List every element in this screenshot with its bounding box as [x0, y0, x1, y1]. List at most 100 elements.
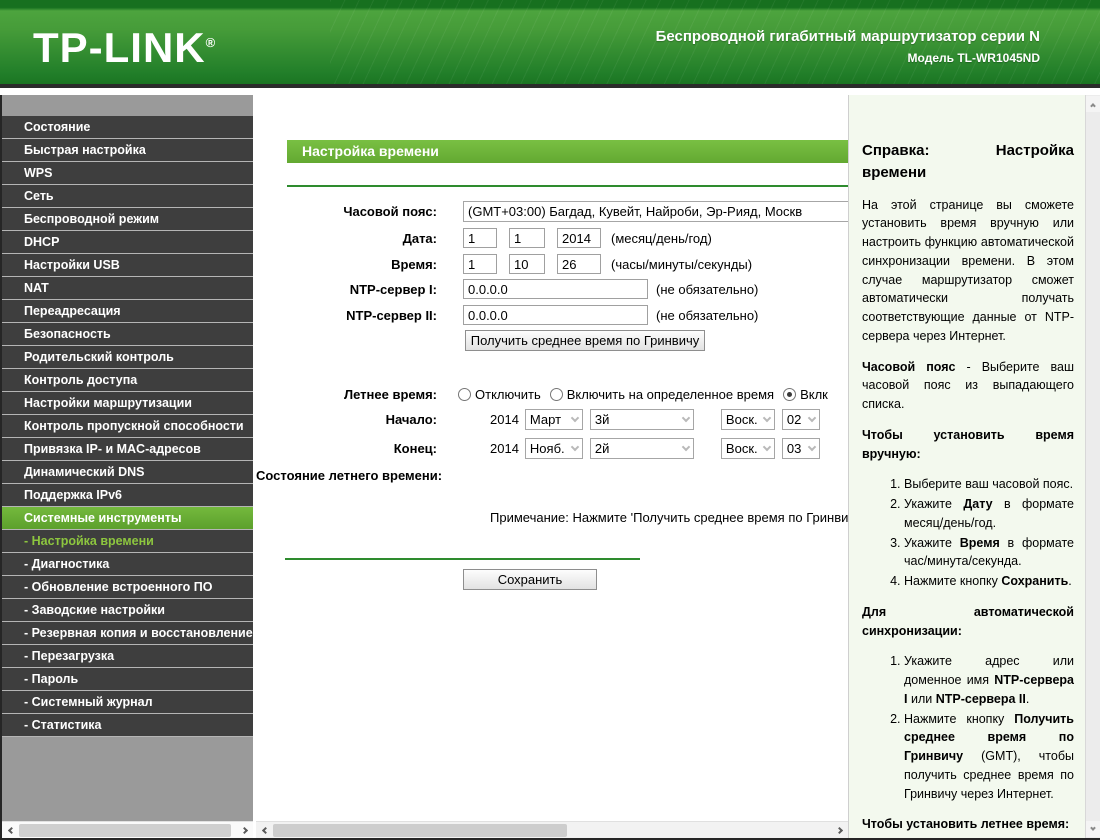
help-heading: Чтобы установить летнее время:: [862, 817, 1070, 832]
save-button[interactable]: Сохранить: [463, 569, 597, 590]
sidebar-item[interactable]: Контроль пропускной способности: [2, 415, 253, 438]
get-gmt-button[interactable]: Получить среднее время по Гринвичу: [465, 330, 705, 351]
dst-end-day-select[interactable]: Воск.: [720, 437, 775, 459]
sidebar-item[interactable]: - Заводские настройки: [2, 599, 253, 622]
sidebar-item[interactable]: - Системный журнал: [2, 691, 253, 714]
time-row: Время: (часы/минуты/секунды): [256, 253, 848, 275]
sidebar-horizontal-scrollbar[interactable]: [2, 821, 253, 838]
sidebar: Состояние Быстрая настройка WPS Сеть Беспров…: [2, 95, 253, 840]
time-label: Время:: [391, 256, 437, 272]
date-year-input[interactable]: [557, 228, 601, 248]
header: TP-LINK® Беспроводной гигабитный маршрут…: [0, 0, 1100, 88]
help-heading: Для автоматической синхронизации:: [862, 604, 1074, 638]
time-minutes-input[interactable]: [509, 254, 545, 274]
sidebar-item[interactable]: - Статистика: [2, 714, 253, 737]
sidebar-item[interactable]: Контроль доступа: [2, 369, 253, 392]
sidebar-item[interactable]: Состояние: [2, 116, 253, 139]
chevron-down-icon: [762, 413, 772, 423]
dst-status-row: Состояние летнего времени:: [256, 464, 848, 486]
timezone-select[interactable]: (GMT+03:00) Багдад, Кувейт, Найроби, Эр-…: [463, 200, 848, 222]
dst-end-row: Конец: 2014 Нояб. 2й Воск. 03: [256, 437, 848, 459]
sidebar-item[interactable]: Поддержка IPv6: [2, 484, 253, 507]
sidebar-item[interactable]: Беспроводной режим: [2, 208, 253, 231]
sidebar-item[interactable]: NAT: [2, 277, 253, 300]
sidebar-item[interactable]: Переадресация: [2, 300, 253, 323]
radio-icon[interactable]: [549, 387, 563, 401]
date-day-input[interactable]: [509, 228, 545, 248]
dst-end-week-select[interactable]: 2й: [589, 437, 694, 459]
timezone-label: Часовой пояс:: [343, 203, 437, 219]
date-row: Дата: (месяц/день/год): [256, 227, 848, 249]
sidebar-item[interactable]: Сеть: [2, 185, 253, 208]
sidebar-item[interactable]: Быстрая настройка: [2, 139, 253, 162]
main-scrollbar-thumb[interactable]: [273, 824, 567, 837]
dst-start-hour-select[interactable]: 02: [781, 408, 820, 430]
radio-icon[interactable]: [458, 387, 471, 401]
chevron-down-icon: [570, 413, 580, 423]
help-list-item: Укажите Время в формате час/минута/секун…: [904, 534, 1074, 572]
sidebar-menu: Состояние Быстрая настройка WPS Сеть Беспров…: [2, 95, 253, 737]
main-horizontal-scrollbar[interactable]: [256, 821, 848, 838]
sidebar-item[interactable]: Привязка IP- и MAC-адресов: [2, 438, 253, 461]
dst-end-month-select[interactable]: Нояб.: [524, 437, 583, 459]
sidebar-item[interactable]: - Резервная копия и восстановление: [2, 622, 253, 645]
dst-start-row: Начало: 2014 Март 3й Воск. 02: [256, 408, 848, 430]
scroll-right-arrow-icon[interactable]: [237, 822, 253, 839]
content-area: Состояние Быстрая настройка WPS Сеть Беспров…: [0, 95, 1100, 840]
sidebar-item[interactable]: - Обновление встроенного ПО: [2, 576, 253, 599]
sidebar-item[interactable]: Динамический DNS: [2, 461, 253, 484]
sidebar-item[interactable]: Родительский контроль: [2, 346, 253, 369]
radio-checked-icon[interactable]: [783, 387, 797, 401]
sidebar-item[interactable]: Системные инструменты: [2, 507, 253, 530]
dst-end-year: 2014: [490, 440, 519, 456]
scroll-left-arrow-icon[interactable]: [2, 822, 18, 839]
scroll-down-arrow-icon[interactable]: [1086, 821, 1100, 837]
dst-start-day-select[interactable]: Воск.: [720, 408, 775, 430]
timezone-value: (GMT+03:00) Багдад, Кувейт, Найроби, Эр-…: [468, 203, 803, 219]
time-hours-input[interactable]: [463, 254, 497, 274]
dst-option-label: Отключить: [475, 386, 541, 402]
scroll-right-arrow-icon[interactable]: [832, 822, 848, 839]
product-title: Беспроводной гигабитный маршрутизатор се…: [655, 28, 1040, 45]
dst-label: Летнее время:: [344, 386, 437, 402]
dst-start-label: Начало:: [385, 411, 437, 427]
dst-option-enable-period[interactable]: Включить на определенное время: [549, 387, 774, 402]
time-seconds-input[interactable]: [557, 254, 601, 274]
sidebar-scrollbar-thumb[interactable]: [19, 824, 231, 837]
timezone-row: Часовой пояс: (GMT+03:00) Багдад, Кувейт…: [256, 200, 848, 222]
ntp-server-2-label: NTP-сервер II:: [346, 307, 437, 323]
chevron-down-icon: [681, 442, 691, 452]
dst-start-week-select[interactable]: 3й: [589, 408, 694, 430]
dst-status-label: Состояние летнего времени:: [256, 467, 443, 483]
help-title: Справка: Настройка времени: [862, 142, 1074, 181]
sidebar-item[interactable]: DHCP: [2, 231, 253, 254]
separator-line: [285, 558, 640, 560]
dst-option-enable[interactable]: Вклк: [783, 387, 828, 402]
scroll-left-arrow-icon[interactable]: [256, 822, 272, 839]
help-list-item: Нажмите кнопку Получить среднее время по…: [904, 710, 1074, 804]
scroll-up-arrow-icon[interactable]: [1086, 96, 1100, 112]
sidebar-item[interactable]: Настройки USB: [2, 254, 253, 277]
help-heading: Чтобы установить время вручную:: [862, 427, 1074, 461]
sidebar-item[interactable]: - Перезагрузка: [2, 645, 253, 668]
dst-option-disable[interactable]: Отключить: [458, 387, 541, 402]
registered-mark: ®: [205, 35, 217, 50]
dst-option-label: Вклк: [800, 386, 828, 402]
sidebar-item[interactable]: Настройки маршрутизации: [2, 392, 253, 415]
help-paragraph: На этой странице вы сможете установить в…: [862, 197, 1074, 343]
sidebar-item[interactable]: - Настройка времени: [2, 530, 253, 553]
dst-end-hour-select[interactable]: 03: [781, 437, 820, 459]
dst-row: Летнее время: Отключить Включить на опре…: [256, 383, 848, 405]
ntp-server-1-input[interactable]: [463, 279, 648, 299]
sidebar-item[interactable]: - Диагностика: [2, 553, 253, 576]
help-vertical-scrollbar[interactable]: [1085, 95, 1100, 838]
help-panel: Справка: Настройка времени На этой стран…: [848, 95, 1085, 840]
sidebar-item[interactable]: WPS: [2, 162, 253, 185]
tplink-logo: TP-LINK®: [33, 24, 217, 71]
sidebar-item[interactable]: - Пароль: [2, 668, 253, 691]
optional-hint: (не обязательно): [656, 281, 759, 297]
sidebar-item[interactable]: Безопасность: [2, 323, 253, 346]
ntp-server-2-input[interactable]: [463, 305, 648, 325]
dst-start-month-select[interactable]: Март: [524, 408, 583, 430]
date-month-input[interactable]: [463, 228, 497, 248]
